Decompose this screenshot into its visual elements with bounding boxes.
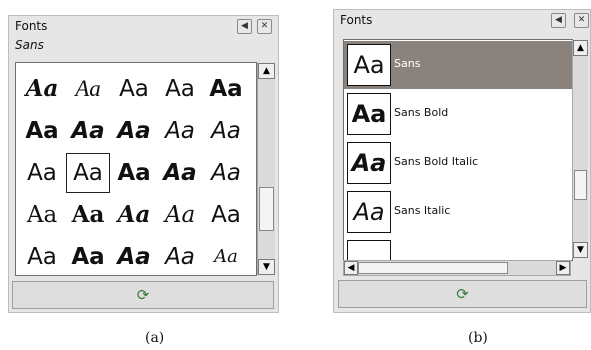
font-list-item[interactable] — [344, 237, 572, 260]
refresh-icon: ⟳ — [456, 285, 469, 303]
vertical-scrollbar[interactable]: ▲ ▼ — [572, 40, 588, 258]
font-sample[interactable]: Aa — [158, 69, 202, 109]
font-sample-selected[interactable]: Aa — [66, 153, 110, 193]
panel-titlebar: Fonts ◀ ✕ — [9, 16, 278, 36]
selected-font-label: Sans — [15, 38, 44, 52]
scroll-left-button[interactable]: ◀ — [344, 261, 358, 275]
font-sample[interactable]: Aa — [20, 195, 64, 235]
font-sample[interactable]: Aa — [20, 153, 64, 193]
fonts-panel-grid: Fonts ◀ ✕ Sans Aa Aa Aa Aa Aa Aa Aa Aa A… — [8, 15, 279, 313]
font-sample[interactable]: Aa — [112, 153, 156, 193]
font-sample[interactable]: Aa — [158, 195, 202, 235]
font-sample[interactable]: Aa — [112, 111, 156, 151]
font-sample[interactable]: Aa — [66, 195, 110, 235]
font-preview: Aa — [347, 191, 391, 233]
scroll-thumb[interactable] — [574, 170, 587, 200]
font-name: Sans Bold — [394, 106, 449, 119]
font-list-item[interactable]: Aa Sans Bold Italic — [344, 139, 572, 187]
refresh-button[interactable]: ⟳ — [338, 280, 587, 308]
scroll-right-button[interactable]: ▶ — [556, 261, 570, 275]
font-sample[interactable]: Aa — [112, 69, 156, 109]
font-preview — [347, 240, 391, 260]
scroll-down-button[interactable]: ▼ — [573, 242, 588, 258]
font-sample[interactable]: Aa — [158, 237, 202, 275]
font-sample[interactable]: Aa — [66, 111, 110, 151]
font-sample[interactable]: Aa — [158, 153, 202, 193]
font-sample[interactable]: Aa — [20, 237, 64, 275]
font-preview: Aa — [347, 142, 391, 184]
scroll-thumb[interactable] — [358, 262, 508, 274]
close-button[interactable]: ✕ — [257, 19, 272, 34]
font-grid[interactable]: Aa Aa Aa Aa Aa Aa Aa Aa Aa Aa Aa Aa Aa A… — [15, 62, 257, 276]
panel-title: Fonts — [15, 19, 48, 33]
panel-titlebar: Fonts ◀ ✕ — [334, 10, 590, 30]
scroll-up-button[interactable]: ▲ — [258, 63, 275, 79]
font-sample[interactable]: Aa — [20, 111, 64, 151]
tab-menu-button[interactable]: ◀ — [551, 13, 566, 28]
font-sample[interactable]: Aa — [112, 195, 156, 235]
font-list[interactable]: Aa Sans Aa Sans Bold Aa Sans Bold Italic… — [343, 39, 573, 261]
font-sample[interactable]: Aa — [66, 237, 110, 275]
scroll-thumb[interactable] — [259, 187, 274, 231]
font-sample[interactable]: Aa — [204, 69, 248, 109]
vertical-scrollbar[interactable]: ▲ ▼ — [257, 63, 275, 275]
refresh-icon: ⟳ — [136, 286, 150, 304]
font-sample[interactable]: Aa — [20, 69, 64, 109]
scroll-down-button[interactable]: ▼ — [258, 259, 275, 275]
caption-a: (a) — [145, 330, 165, 346]
font-sample[interactable]: Aa — [112, 237, 156, 275]
font-name: Sans Bold Italic — [394, 155, 479, 168]
font-sample[interactable]: Aa — [204, 153, 248, 193]
caption-b: (b) — [468, 330, 488, 346]
font-sample[interactable]: Aa — [204, 237, 248, 275]
close-button[interactable]: ✕ — [574, 13, 589, 28]
font-sample[interactable]: Aa — [158, 111, 202, 151]
font-preview: Aa — [347, 93, 391, 135]
font-name: Sans — [394, 57, 421, 70]
scroll-up-button[interactable]: ▲ — [573, 40, 588, 56]
font-sample[interactable]: Aa — [204, 195, 248, 235]
font-sample[interactable]: Aa — [66, 69, 110, 109]
font-sample[interactable]: Aa — [204, 111, 248, 151]
font-list-item[interactable]: Aa Sans Italic — [344, 188, 572, 236]
font-list-item[interactable]: Aa Sans Bold — [344, 90, 572, 138]
font-list-item[interactable]: Aa Sans — [344, 41, 572, 89]
tab-menu-button[interactable]: ◀ — [237, 19, 252, 34]
font-name: Sans Italic — [394, 204, 451, 217]
font-preview: Aa — [347, 44, 391, 86]
refresh-button[interactable]: ⟳ — [12, 281, 274, 309]
horizontal-scrollbar[interactable]: ◀ ▶ — [343, 260, 571, 276]
panel-title: Fonts — [340, 13, 373, 27]
fonts-panel-list: Fonts ◀ ✕ Aa Sans Aa Sans Bold Aa Sans B… — [333, 9, 591, 313]
